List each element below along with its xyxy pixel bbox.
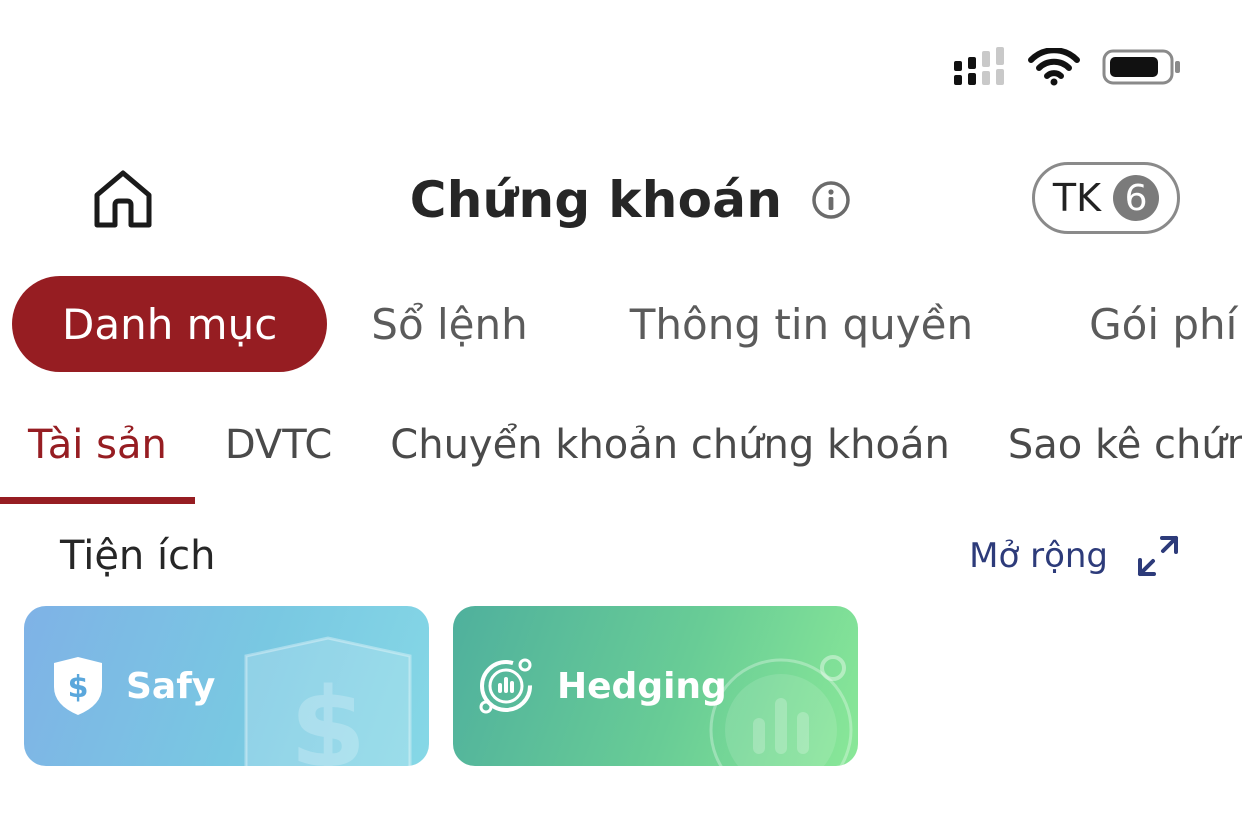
- safy-label: Safy: [126, 665, 216, 707]
- battery-icon: [1102, 48, 1182, 86]
- header: Chứng khoán TK 6: [0, 160, 1242, 240]
- tab-so-lenh[interactable]: Sổ lệnh: [343, 276, 555, 372]
- svg-text:$: $: [68, 670, 89, 705]
- shield-dollar-icon: $: [52, 655, 104, 717]
- wifi-icon: [1028, 48, 1080, 86]
- tab-thong-tin-quyen[interactable]: Thông tin quyền: [602, 276, 1001, 372]
- svg-text:$: $: [290, 664, 367, 766]
- tab-goi-phi[interactable]: Gói phí ưu: [1061, 276, 1242, 372]
- hedging-label: Hedging: [557, 665, 727, 707]
- expand-button[interactable]: Mở rộng: [969, 534, 1180, 578]
- signal-bars-icon: [954, 47, 1006, 85]
- expand-label: Mở rộng: [969, 536, 1108, 576]
- shield-watermark-icon: $: [244, 636, 412, 766]
- status-bar: [954, 44, 1182, 90]
- sub-tabs: Tài sản DVTC Chuyển khoản chứng khoán Sa…: [0, 408, 1242, 504]
- info-icon[interactable]: [810, 179, 852, 221]
- account-selector[interactable]: TK 6: [1032, 162, 1180, 234]
- subtab-chuyen-khoan[interactable]: Chuyển khoản chứng khoán: [390, 408, 950, 504]
- subtab-tai-san[interactable]: Tài sản: [0, 408, 195, 504]
- section-title: Tiện ích: [60, 533, 216, 579]
- main-tabs: Danh mục Sổ lệnh Thông tin quyền Gói phí…: [12, 276, 1242, 372]
- tab-danh-muc[interactable]: Danh mục: [12, 276, 328, 372]
- hedging-chart-icon: [475, 655, 537, 717]
- page-title: Chứng khoán: [409, 171, 783, 229]
- account-label: TK: [1052, 176, 1102, 220]
- safy-card[interactable]: $ $ Safy: [24, 606, 429, 766]
- expand-arrows-icon: [1138, 536, 1178, 576]
- account-count-badge: 6: [1113, 175, 1160, 221]
- subtab-sao-ke[interactable]: Sao kê chứn: [1008, 408, 1242, 504]
- hedging-card[interactable]: Hedging: [453, 606, 858, 766]
- subtab-dvtc[interactable]: DVTC: [225, 408, 332, 504]
- utility-cards: $ $ Safy Hedging: [24, 606, 858, 766]
- utilities-header: Tiện ích Mở rộng: [60, 528, 1180, 584]
